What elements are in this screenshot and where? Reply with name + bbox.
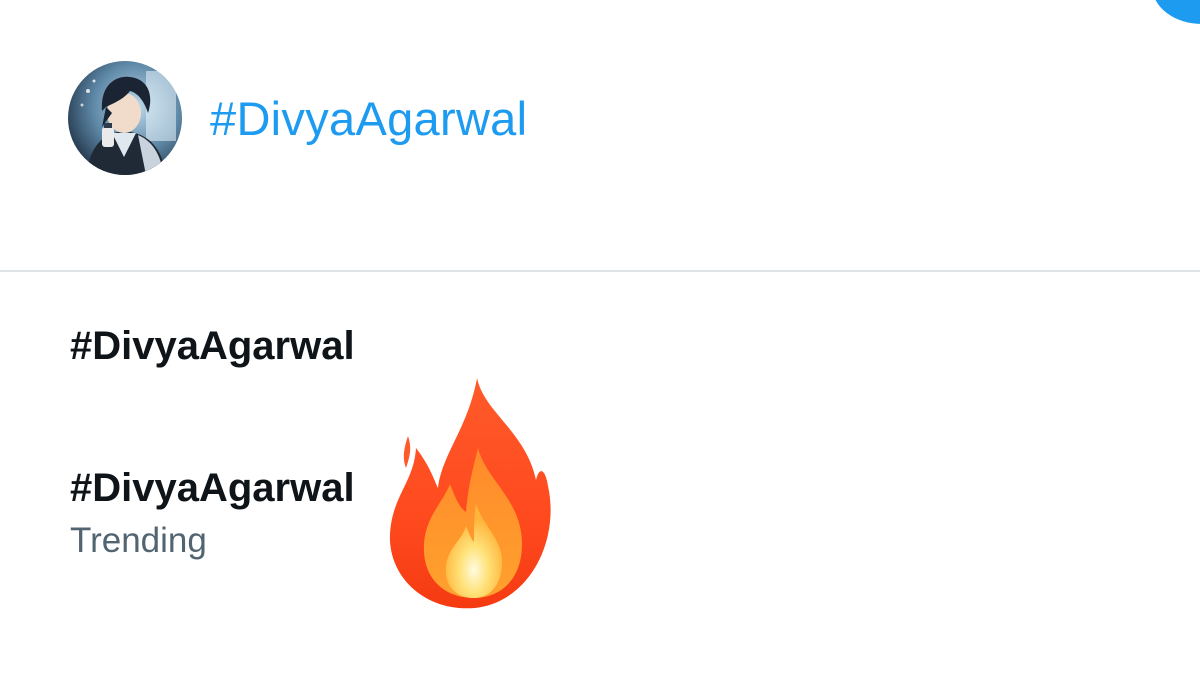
- trending-label: Trending: [70, 521, 207, 560]
- page: #DivyaAgarwal #DivyaAgarwal #DivyaAgarwa…: [0, 0, 1200, 684]
- hashtag-suggestion[interactable]: #DivyaAgarwal: [70, 320, 355, 372]
- divider: [0, 270, 1200, 272]
- suggestion-title: #DivyaAgarwal: [70, 466, 355, 510]
- suggestion-title: #DivyaAgarwal: [70, 324, 355, 368]
- fire-emoji-icon: [380, 376, 570, 612]
- trending-suggestion[interactable]: #DivyaAgarwal Trending: [70, 462, 355, 564]
- compose-text[interactable]: #DivyaAgarwal: [210, 91, 527, 146]
- anime-avatar-icon[interactable]: [68, 61, 182, 175]
- compose-tweet-button[interactable]: [1152, 0, 1200, 24]
- compose-row[interactable]: #DivyaAgarwal: [68, 60, 1200, 176]
